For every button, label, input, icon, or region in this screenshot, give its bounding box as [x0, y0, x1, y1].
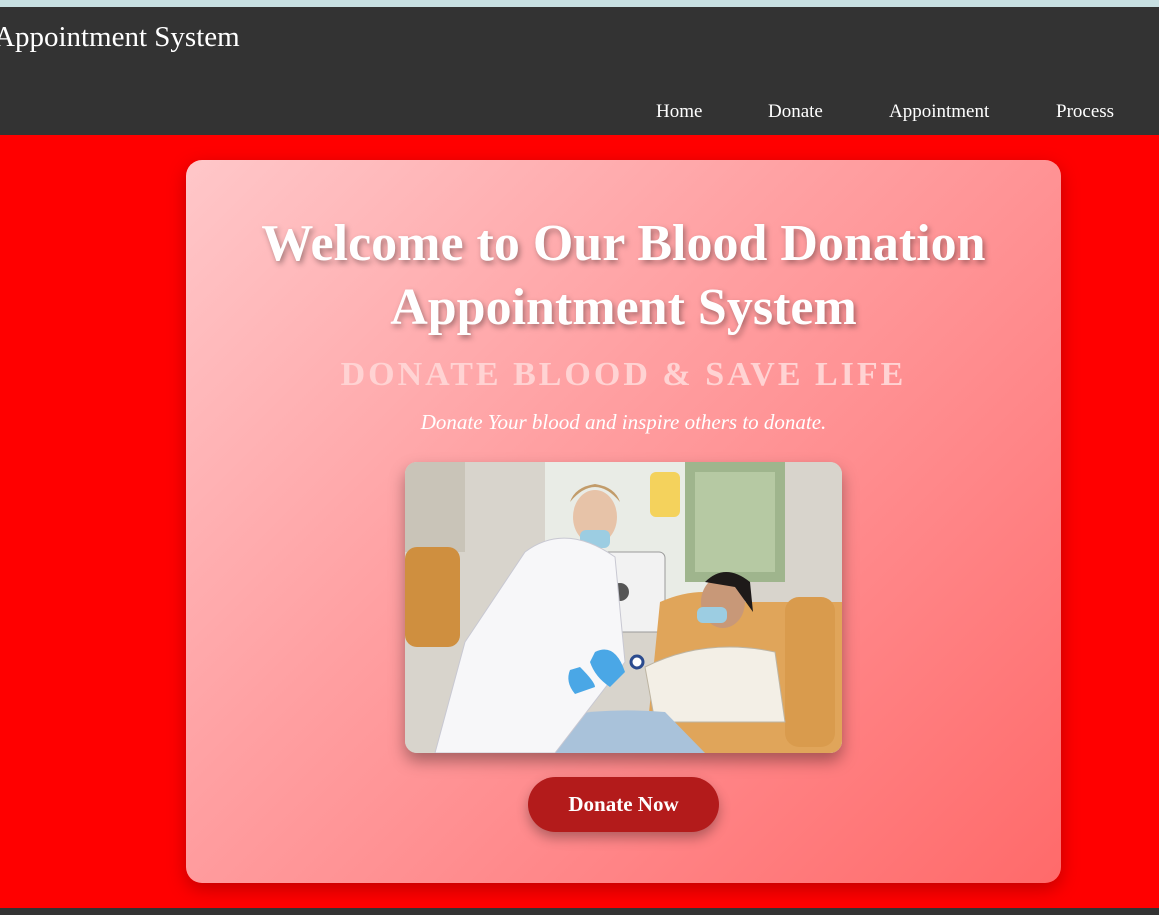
nav-link-process[interactable]: Process: [1056, 99, 1114, 125]
nav-link-home[interactable]: Home: [656, 99, 702, 125]
hero-tagline: Donate Your blood and inspire others to …: [420, 410, 827, 434]
nav-link-donate[interactable]: Donate: [768, 99, 823, 125]
footer-strip: [0, 908, 1159, 915]
window-top-strip: [0, 0, 1159, 7]
site-header: Appointment System Home Donate Appointme…: [0, 7, 1159, 135]
site-title: Appointment System: [0, 21, 240, 53]
hero-subtitle: DONATE BLOOD & SAVE LIFE: [340, 356, 907, 393]
hero-section: Welcome to Our Blood Donation Appointmen…: [0, 135, 1159, 908]
hero-title: Welcome to Our Blood Donation Appointmen…: [261, 215, 986, 336]
hero-card: Welcome to Our Blood Donation Appointmen…: [186, 160, 1061, 883]
donate-now-button[interactable]: Donate Now: [528, 777, 719, 832]
donation-illustration: [405, 462, 842, 753]
blood-donation-photo: [405, 462, 842, 753]
nav-link-appointment[interactable]: Appointment: [889, 99, 989, 125]
